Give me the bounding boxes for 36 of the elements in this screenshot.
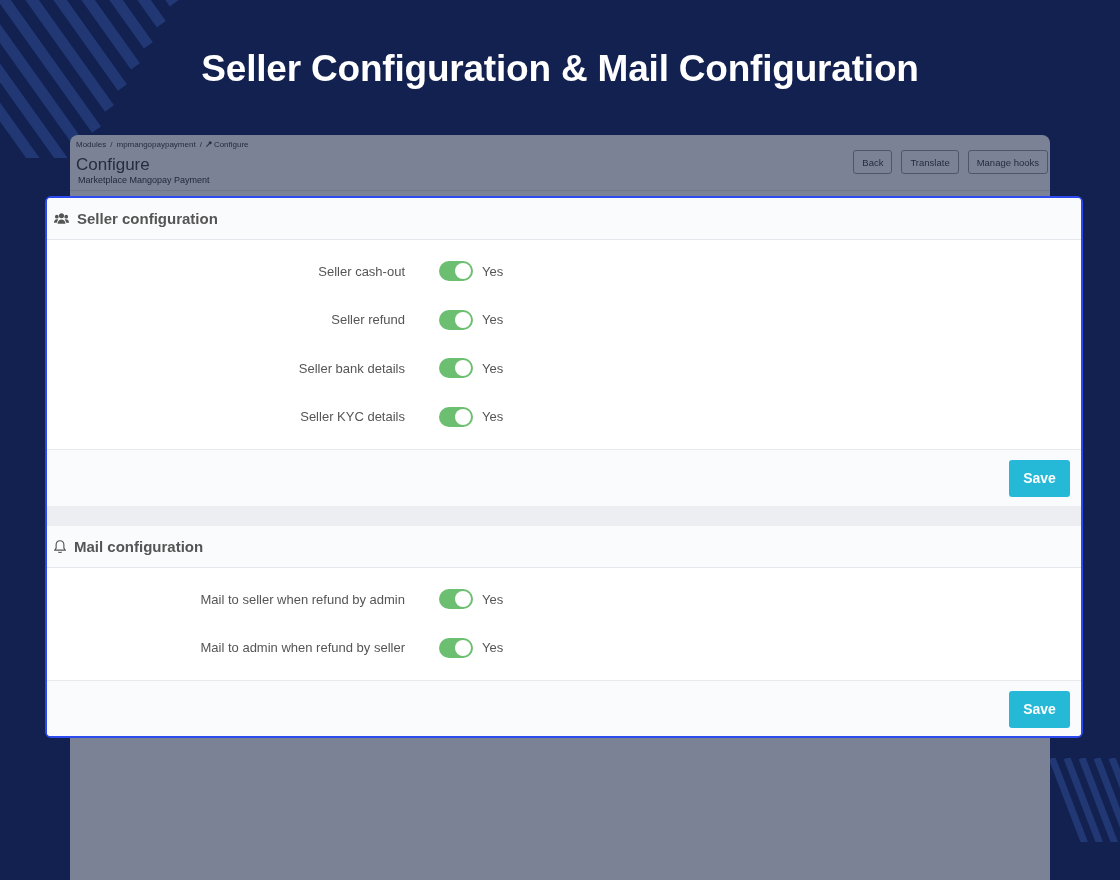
panel-title: Mail configuration <box>74 538 204 555</box>
page-heading: Configure <box>76 155 151 175</box>
toggle-switch[interactable] <box>439 309 473 330</box>
module-subtitle: Marketplace Mangopay Payment <box>78 175 211 186</box>
toggle-state-label: Yes <box>482 409 504 425</box>
breadcrumb-link[interactable]: Configure <box>213 139 249 149</box>
toggle-state-label: Yes <box>482 263 504 279</box>
wrench-icon <box>205 141 212 147</box>
page-title: Seller Configuration & Mail Configuration <box>201 47 919 92</box>
setting-label: Seller cash-out <box>317 263 405 279</box>
breadcrumb-link[interactable]: mpmangopaypayment <box>116 139 196 149</box>
breadcrumb-separator: / <box>110 139 113 149</box>
header-button[interactable]: Back <box>853 150 893 174</box>
save-button[interactable]: Save <box>1009 690 1070 728</box>
panel-title: Seller configuration <box>77 210 218 227</box>
toggle-switch[interactable] <box>439 637 473 658</box>
toggle-switch[interactable] <box>439 589 473 610</box>
save-button[interactable]: Save <box>1009 459 1070 497</box>
setting-label: Mail to admin when refund by seller <box>199 640 405 656</box>
setting-label: Mail to seller when refund by admin <box>199 591 405 607</box>
setting-label: Seller bank details <box>297 360 405 376</box>
toggle-switch[interactable] <box>439 261 473 282</box>
toggle-state-label: Yes <box>482 591 504 607</box>
toggle-state-label: Yes <box>482 640 504 656</box>
toggle-state-label: Yes <box>482 312 504 328</box>
setting-label: Seller refund <box>330 312 405 328</box>
toggle-switch[interactable] <box>439 406 473 427</box>
setting-label: Seller KYC details <box>299 409 405 425</box>
header-button[interactable]: Manage hooks <box>967 150 1048 174</box>
breadcrumb-separator: / <box>199 139 202 149</box>
breadcrumb-link[interactable]: Modules <box>76 139 107 149</box>
users-icon <box>54 213 69 224</box>
bell-icon <box>54 540 66 553</box>
toggle-state-label: Yes <box>482 360 504 376</box>
toggle-switch[interactable] <box>439 358 473 379</box>
header-button[interactable]: Translate <box>901 150 959 174</box>
